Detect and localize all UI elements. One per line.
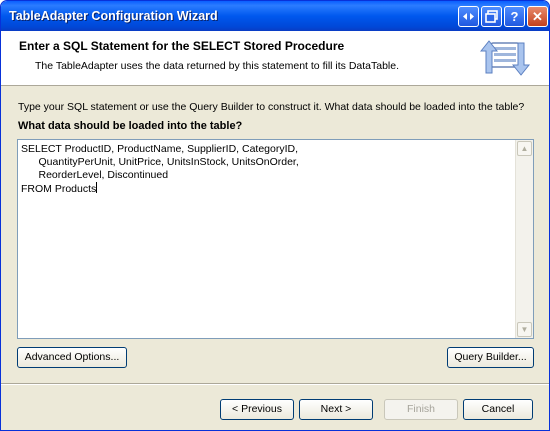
- scroll-up-icon[interactable]: ▲: [517, 141, 532, 156]
- sql-line: QuantityPerUnit, UnitPrice, UnitsInStock…: [21, 156, 299, 168]
- sql-line-last: FROM Products: [21, 182, 513, 196]
- restore-button[interactable]: [481, 6, 502, 27]
- wizard-window: TableAdapter Configuration Wizard ? ✕ En…: [0, 0, 550, 431]
- close-button[interactable]: ✕: [527, 6, 548, 27]
- button-separator: [1, 383, 549, 385]
- help-button[interactable]: ?: [504, 6, 525, 27]
- page-title: Enter a SQL Statement for the SELECT Sto…: [19, 39, 345, 53]
- window-title: TableAdapter Configuration Wizard: [9, 9, 218, 23]
- scroll-down-icon[interactable]: ▼: [517, 322, 532, 337]
- query-builder-button[interactable]: Query Builder...: [447, 347, 534, 368]
- sql-text[interactable]: SELECT ProductID, ProductName, SupplierI…: [21, 143, 513, 335]
- instruction-text: Type your SQL statement or use the Query…: [18, 101, 525, 113]
- page-subtitle: The TableAdapter uses the data returned …: [35, 60, 400, 72]
- window-back-icon[interactable]: [458, 6, 479, 27]
- sql-line: ReorderLevel, Discontinued: [21, 169, 169, 181]
- vertical-scrollbar[interactable]: ▲ ▼: [515, 140, 533, 338]
- wizard-header: Enter a SQL Statement for the SELECT Sto…: [1, 31, 549, 86]
- sql-editor[interactable]: SELECT ProductID, ProductName, SupplierI…: [17, 139, 534, 339]
- finish-button[interactable]: Finish: [384, 399, 458, 420]
- sql-line: FROM Products: [21, 183, 97, 195]
- text-caret: [96, 182, 98, 193]
- previous-button[interactable]: < Previous: [220, 399, 294, 420]
- sql-line: SELECT ProductID, ProductName, SupplierI…: [21, 143, 299, 155]
- sql-label: What data should be loaded into the tabl…: [18, 120, 243, 132]
- advanced-options-button[interactable]: Advanced Options...: [17, 347, 127, 368]
- cancel-button[interactable]: Cancel: [463, 399, 533, 420]
- next-button[interactable]: Next >: [299, 399, 373, 420]
- title-bar[interactable]: TableAdapter Configuration Wizard ? ✕: [1, 1, 549, 31]
- database-sync-icon: [479, 40, 531, 76]
